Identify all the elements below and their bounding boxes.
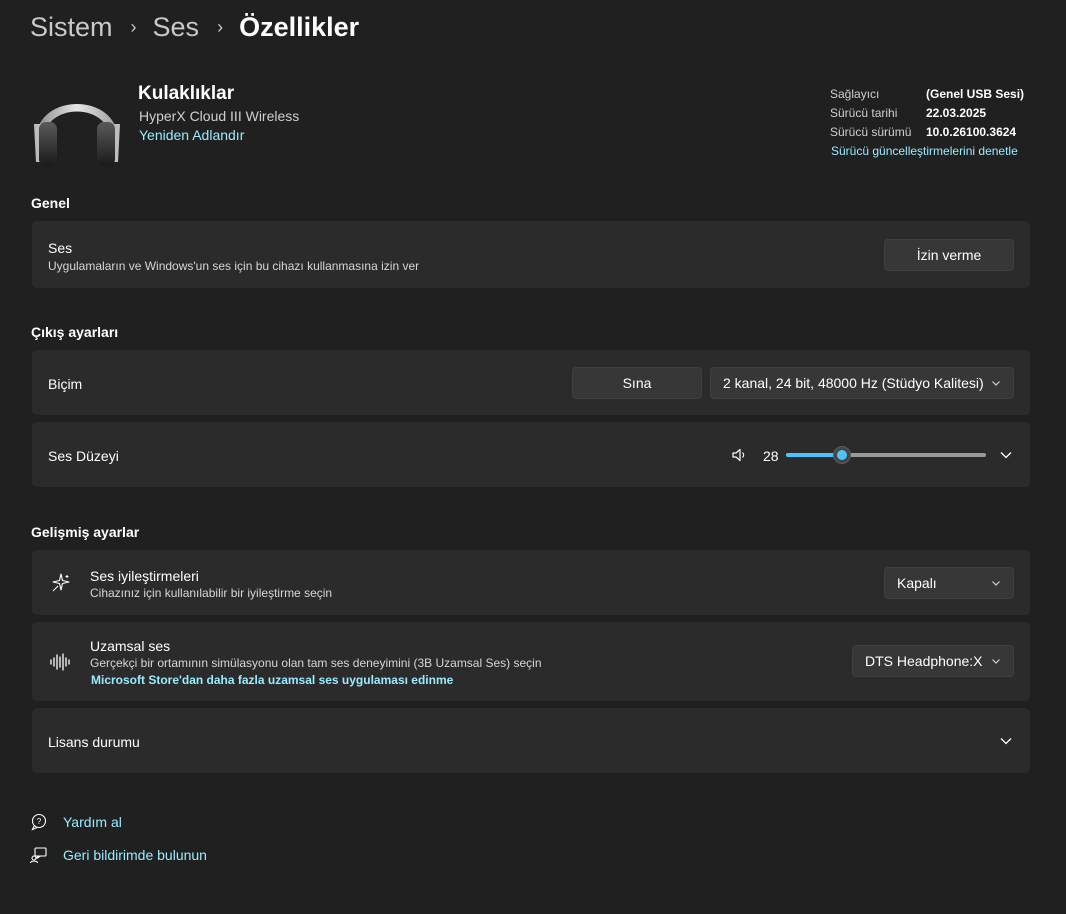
- speaker-icon[interactable]: [730, 446, 748, 464]
- enhancements-description: Cihazınız için kullanılabilir bir iyileş…: [90, 586, 333, 600]
- breadcrumb-sistem[interactable]: Sistem: [30, 12, 113, 43]
- svg-text:?: ?: [37, 817, 42, 826]
- volume-slider-thumb[interactable]: [833, 446, 851, 464]
- breadcrumb-ses[interactable]: Ses: [153, 12, 200, 43]
- breadcrumb: Sistem › Ses › Özellikler: [30, 8, 359, 46]
- feedback-link-label: Geri bildirimde bulunun: [63, 847, 207, 863]
- breadcrumb-chevron-icon: ›: [217, 16, 224, 37]
- format-title: Biçim: [48, 376, 83, 392]
- deny-button[interactable]: İzin verme: [884, 239, 1014, 271]
- rename-link[interactable]: Yeniden Adlandır: [139, 127, 244, 143]
- driver-version-label: Sürücü sürümü: [830, 124, 912, 139]
- chevron-down-icon: [992, 381, 1000, 386]
- waveform-icon: [50, 653, 70, 671]
- license-expand-chevron-icon[interactable]: [999, 734, 1013, 748]
- spatial-title: Uzamsal ses: [90, 638, 171, 654]
- provider-label: Sağlayıcı: [830, 86, 880, 101]
- driver-date-value: 22.03.2025: [926, 105, 987, 120]
- help-icon: ?: [31, 813, 47, 831]
- check-driver-updates-link[interactable]: Sürücü güncelleştirmelerini denetle: [831, 144, 1018, 158]
- enhancements-selected: Kapalı: [897, 575, 937, 591]
- help-link[interactable]: ? Yardım al: [30, 813, 122, 831]
- enhancements-card: Ses iyileştirmeleri Cihazınız için kulla…: [32, 550, 1030, 615]
- format-card: Biçim Sına 2 kanal, 24 bit, 48000 Hz (St…: [32, 350, 1030, 415]
- page-title: Özellikler: [239, 11, 360, 42]
- audio-title: Ses: [48, 240, 73, 256]
- spatial-description: Gerçekçi bir ortamının simülasyonu olan …: [90, 656, 542, 670]
- spatial-selected: DTS Headphone:X: [865, 653, 983, 669]
- breadcrumb-chevron-icon: ›: [130, 16, 137, 37]
- driver-info: Sağlayıcı (Genel USB Sesi) Sürücü tarihi 2…: [830, 84, 1024, 141]
- volume-card: Ses Düzeyi 28: [32, 422, 1030, 487]
- enhancements-title: Ses iyileştirmeleri: [90, 568, 199, 584]
- headphones-icon: [34, 104, 120, 166]
- spatial-dropdown[interactable]: DTS Headphone:X: [852, 645, 1014, 677]
- section-output-header: Çıkış ayarları: [31, 324, 119, 340]
- section-advanced-header: Gelişmiş ayarlar: [31, 524, 140, 540]
- format-selected: 2 kanal, 24 bit, 48000 Hz (Stüdyo Kalite…: [723, 375, 984, 391]
- chevron-down-icon: [992, 581, 1000, 586]
- audio-permission-card: Ses Uygulamaların ve Windows'un ses için…: [32, 221, 1030, 288]
- feedback-link[interactable]: Geri bildirimde bulunun: [30, 846, 207, 864]
- chevron-down-icon: [992, 659, 1000, 664]
- volume-title: Ses Düzeyi: [48, 448, 119, 464]
- spatial-store-link[interactable]: Microsoft Store'dan daha fazla uzamsal s…: [91, 673, 453, 687]
- help-link-label: Yardım al: [63, 814, 122, 830]
- license-card[interactable]: Lisans durumu: [32, 708, 1030, 773]
- driver-version-value: 10.0.26100.3624: [926, 124, 1017, 139]
- device-name: Kulaklıklar: [138, 83, 235, 104]
- feedback-icon: [30, 847, 47, 864]
- provider-value: (Genel USB Sesi): [926, 86, 1025, 101]
- driver-date-label: Sürücü tarihi: [830, 105, 898, 120]
- volume-value: 28: [763, 448, 779, 464]
- license-title: Lisans durumu: [48, 734, 140, 750]
- format-dropdown[interactable]: 2 kanal, 24 bit, 48000 Hz (Stüdyo Kalite…: [710, 367, 1014, 399]
- audio-description: Uygulamaların ve Windows'un ses için bu …: [48, 259, 420, 273]
- spatial-sound-card: Uzamsal ses Gerçekçi bir ortamının simül…: [32, 622, 1030, 701]
- sparkle-icon: [52, 573, 70, 592]
- enhancements-dropdown[interactable]: Kapalı: [884, 567, 1014, 599]
- volume-expand-chevron-icon[interactable]: [999, 448, 1013, 462]
- test-button[interactable]: Sına: [572, 367, 702, 399]
- section-general-header: Genel: [31, 195, 70, 211]
- device-model: HyperX Cloud III Wireless: [139, 108, 300, 124]
